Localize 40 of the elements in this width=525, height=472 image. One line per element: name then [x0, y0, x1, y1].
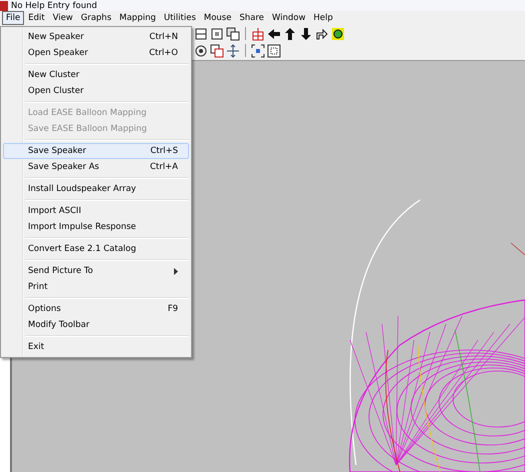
menu-item[interactable]: Install Loudspeaker Array	[3, 181, 189, 197]
grid-icon[interactable]	[251, 26, 265, 40]
menu-item[interactable]: Mouse	[200, 11, 236, 25]
windows-icon[interactable]	[210, 44, 224, 58]
app-icon	[0, 0, 8, 10]
menu-item[interactable]: Save Speaker As Ctrl+A	[3, 159, 189, 175]
menu-item[interactable]: Exit	[3, 339, 189, 355]
arrow-down-icon[interactable]	[299, 26, 313, 40]
move-icon[interactable]	[226, 44, 240, 58]
menu-item[interactable]: Edit	[24, 11, 49, 25]
menu-item[interactable]: Open Speaker Ctrl+O	[3, 45, 189, 61]
zoom-window-icon[interactable]	[267, 44, 281, 58]
menu-item[interactable]: Share	[235, 11, 268, 25]
menu-item[interactable]: Open Cluster	[3, 83, 189, 99]
menu-item[interactable]: Modify Toolbar	[3, 317, 189, 333]
menu-item[interactable]: Utilities	[160, 11, 200, 25]
window-icon[interactable]	[210, 26, 224, 40]
menu-item[interactable]: Graphs	[76, 11, 116, 25]
arrow-left-icon[interactable]	[267, 26, 281, 40]
menu-item[interactable]: Import Impulse Response	[3, 219, 189, 235]
menu-item[interactable]: Options F9	[3, 301, 189, 317]
menu-item[interactable]: Mapping	[115, 11, 160, 25]
arrow-up-icon[interactable]	[283, 26, 297, 40]
menu-item[interactable]: Save Speaker Ctrl+S	[3, 143, 189, 159]
arrow-turn-icon[interactable]	[315, 26, 329, 40]
menu-item[interactable]: Print	[3, 279, 189, 295]
windows-icon[interactable]	[226, 26, 240, 40]
menu-item[interactable]: Send Picture To	[3, 263, 189, 279]
axis-line	[510, 242, 525, 256]
menu-item[interactable]: Import ASCII	[3, 203, 189, 219]
menu-item[interactable]: View	[48, 11, 77, 25]
menu-item[interactable]: New Cluster	[3, 67, 189, 83]
menu-item[interactable]: New Speaker Ctrl+N	[3, 29, 189, 45]
zoom-fit-icon[interactable]	[251, 44, 265, 58]
menu-item[interactable]: Window	[268, 11, 310, 25]
window-title: No Help Entry found	[11, 0, 98, 10]
window-icon[interactable]	[194, 26, 208, 40]
menu-item[interactable]: Convert Ease 2.1 Catalog	[3, 241, 189, 257]
menu-item[interactable]: File	[2, 11, 24, 25]
menu-item[interactable]: Help	[310, 11, 337, 25]
